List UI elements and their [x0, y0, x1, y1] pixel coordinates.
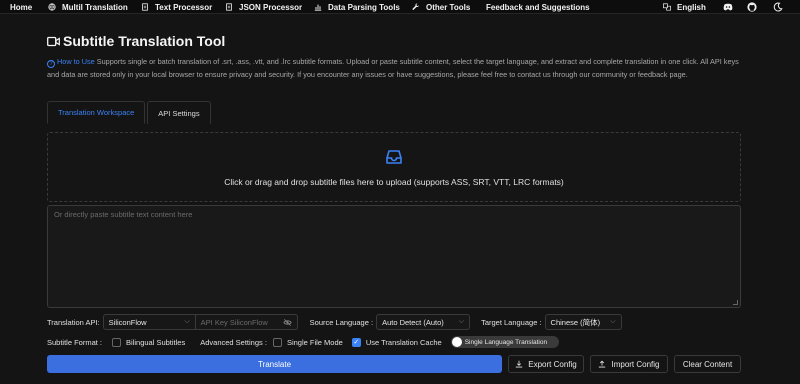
- upload-instructions: Click or drag and drop subtitle files he…: [224, 177, 564, 187]
- nav-home[interactable]: Home: [10, 0, 32, 14]
- language-switcher[interactable]: English: [663, 0, 706, 14]
- switch-knob: [451, 337, 462, 347]
- language-label: English: [677, 2, 706, 12]
- subtitle-format-label: Subtitle Format :: [47, 337, 103, 347]
- nav-feedback-label: Feedback and Suggestions: [486, 2, 590, 12]
- tab-api-settings[interactable]: API Settings: [147, 101, 211, 124]
- top-nav: Home Multil Translation Text Processor J…: [0, 0, 800, 14]
- import-config-label: Import Config: [611, 359, 660, 369]
- page-title-text: Subtitle Translation Tool: [63, 33, 226, 49]
- nav-feedback[interactable]: Feedback and Suggestions: [486, 0, 590, 14]
- tab-translation-workspace[interactable]: Translation Workspace: [47, 101, 146, 124]
- single-language-translation-label: Single Language Translation: [464, 338, 548, 346]
- moon-icon: [773, 2, 783, 12]
- description-text: Supports single or batch translation of …: [47, 57, 739, 79]
- how-to-use-link[interactable]: How to Use: [57, 57, 95, 66]
- nav-json-processor[interactable]: JSON Processor: [225, 0, 302, 14]
- clear-content-button[interactable]: Clear Content: [674, 355, 741, 373]
- nav-other-tools[interactable]: Other Tools: [412, 0, 470, 14]
- single-file-mode-checkbox[interactable]: [272, 337, 282, 347]
- translation-api-label: Translation API:: [47, 317, 100, 327]
- nav-multi-translation-label: Multil Translation: [62, 2, 128, 12]
- bilingual-subtitles-checkbox[interactable]: [112, 337, 122, 347]
- upload-icon: [599, 360, 606, 368]
- translation-api-value: SiliconFlow: [108, 317, 147, 327]
- nav-data-parsing-tools[interactable]: Data Parsing Tools: [314, 0, 400, 14]
- wrench-icon: [412, 3, 419, 10]
- target-language-select[interactable]: Chinese (简体) ⌵: [544, 314, 622, 330]
- tab-bar: Translation Workspace API Settings: [47, 101, 213, 124]
- document-icon: [142, 3, 148, 11]
- inbox-icon: [386, 150, 402, 164]
- chevron-down-icon: ⌵: [458, 318, 465, 325]
- download-icon: [516, 360, 523, 368]
- github-link[interactable]: [747, 0, 757, 14]
- nav-text-processor-label: Text Processor: [155, 2, 213, 12]
- target-language-label: Target Language :: [481, 317, 542, 327]
- single-file-mode-label: Single File Mode: [286, 337, 343, 347]
- resize-handle[interactable]: [733, 300, 738, 305]
- subtitle-text-input[interactable]: [54, 210, 734, 303]
- target-language-value: Chinese (简体): [550, 317, 601, 327]
- use-translation-cache-label: Use Translation Cache: [365, 337, 442, 347]
- options-row-format-advanced: Subtitle Format : Bilingual Subtitles Ad…: [47, 335, 559, 349]
- eye-off-icon[interactable]: [283, 318, 292, 327]
- nav-other-tools-label: Other Tools: [426, 2, 471, 12]
- nav-home-label: Home: [10, 2, 33, 12]
- api-key-placeholder: API Key SiliconFlow: [200, 317, 268, 327]
- source-language-value: Auto Detect (Auto): [382, 317, 444, 327]
- upload-dropzone[interactable]: Click or drag and drop subtitle files he…: [47, 132, 741, 202]
- globe-icon: [48, 3, 56, 11]
- subtitle-paste-area: [47, 205, 741, 308]
- nav-data-parsing-tools-label: Data Parsing Tools: [328, 2, 400, 12]
- api-key-input[interactable]: API Key SiliconFlow: [195, 314, 298, 330]
- chevron-down-icon: ⌵: [184, 318, 190, 325]
- export-config-button[interactable]: Export Config: [508, 355, 584, 373]
- nav-multi-translation[interactable]: Multil Translation: [48, 0, 128, 14]
- export-config-label: Export Config: [528, 359, 577, 369]
- options-row-api-language: Translation API: SiliconFlow ⌵ API Key S…: [47, 314, 622, 330]
- page-title: Subtitle Translation Tool: [47, 33, 225, 49]
- advanced-settings-label: Advanced Settings :: [200, 337, 267, 347]
- bilingual-subtitles-label: Bilingual Subtitles: [126, 337, 186, 347]
- clear-content-label: Clear Content: [682, 359, 733, 369]
- github-icon: [747, 2, 757, 12]
- page-description: ? How to Use Supports single or batch tra…: [47, 56, 747, 81]
- source-language-label: Source Language :: [309, 317, 374, 327]
- chevron-down-icon: ⌵: [610, 318, 616, 325]
- video-camera-icon: [47, 36, 60, 46]
- single-language-translation-switch[interactable]: Single Language Translation: [450, 336, 559, 348]
- translation-api-select[interactable]: SiliconFlow ⌵: [102, 314, 196, 330]
- question-icon: ?: [47, 60, 55, 68]
- nav-json-processor-label: JSON Processor: [239, 2, 303, 12]
- theme-toggle[interactable]: [773, 0, 783, 14]
- document-icon: [226, 3, 232, 11]
- discord-icon: [723, 3, 733, 11]
- data-icon: [314, 4, 322, 11]
- source-language-select[interactable]: Auto Detect (Auto) ⌵: [376, 314, 471, 330]
- use-translation-cache-checkbox[interactable]: ✓: [351, 337, 361, 347]
- import-config-button[interactable]: Import Config: [590, 355, 668, 373]
- translate-icon: [663, 3, 671, 11]
- translate-button[interactable]: Translate: [47, 355, 502, 373]
- nav-text-processor[interactable]: Text Processor: [141, 0, 212, 14]
- translate-button-label: Translate: [257, 359, 292, 369]
- discord-link[interactable]: [723, 0, 733, 14]
